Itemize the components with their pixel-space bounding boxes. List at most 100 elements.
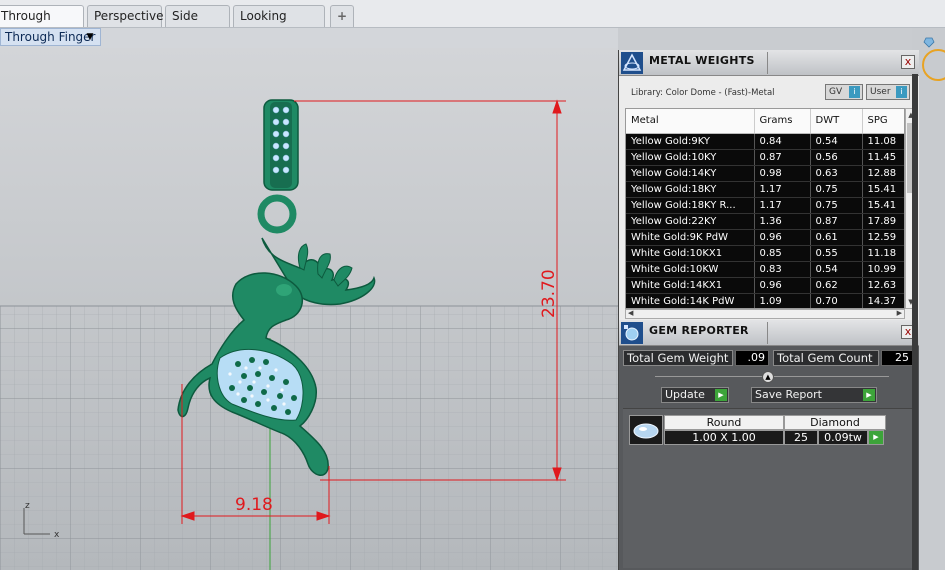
gem-weight-value: 0.09tw — [818, 430, 868, 445]
table-cell: 0.55 — [810, 245, 863, 262]
tab-through-finger[interactable]: Through Finger — [0, 5, 84, 43]
horizontal-scrollbar[interactable]: ◀ ▶ — [625, 309, 905, 319]
table-row[interactable]: White Gold:9K PdW 0.96 0.61 12.59 — [626, 229, 904, 246]
table-cell: White Gold:10KX1 — [626, 245, 755, 262]
column-header-metal[interactable]: Metal — [626, 109, 755, 134]
table-cell: 0.87 — [810, 213, 863, 230]
column-header-dwt[interactable]: DWT — [810, 109, 863, 134]
axis-x-label: x — [54, 530, 60, 540]
title-separator — [767, 52, 768, 74]
table-cell: 1.17 — [754, 197, 811, 214]
viewport-3d[interactable]: 23.70 9.18 z x — [0, 48, 618, 570]
table-cell: 0.98 — [754, 165, 811, 182]
play-icon: ▶ — [863, 389, 875, 401]
gem-count-value: 25 — [784, 430, 818, 445]
gem-reporter-title-bar[interactable]: GEM REPORTER x — [619, 320, 919, 346]
table-cell: Yellow Gold:10KY — [626, 149, 755, 166]
table-cell: Yellow Gold:14KY — [626, 165, 755, 182]
collapse-toggle-icon[interactable]: ▲ — [762, 371, 774, 383]
table-cell: 11.45 — [862, 149, 904, 166]
table-cell: 0.87 — [754, 149, 811, 166]
play-icon: ▶ — [873, 433, 879, 441]
chevron-down-icon[interactable]: ▼ — [84, 30, 96, 44]
column-header-grams[interactable]: Grams — [754, 109, 811, 134]
table-cell: 0.83 — [754, 261, 811, 278]
ring-icon[interactable] — [922, 49, 945, 81]
gem-icon[interactable] — [923, 37, 935, 48]
table-cell: 10.99 — [862, 261, 904, 278]
table-row[interactable]: Yellow Gold:10KY 0.87 0.56 11.45 — [626, 149, 904, 166]
metal-weights-title-bar[interactable]: METAL WEIGHTS x — [619, 50, 919, 76]
gem-size-value: 1.00 X 1.00 — [664, 430, 784, 445]
table-row[interactable]: Yellow Gold:18KY R... 1.17 0.75 15.41 — [626, 197, 904, 214]
table-cell: White Gold:14KX1 — [626, 277, 755, 294]
gem-reporter-icon — [621, 322, 643, 344]
table-row[interactable]: Yellow Gold:14KY 0.98 0.63 12.88 — [626, 165, 904, 182]
round-gem-thumbnail[interactable] — [629, 415, 663, 445]
add-tab-button[interactable]: + — [330, 5, 354, 27]
table-cell: 1.09 — [754, 293, 811, 308]
table-cell: Yellow Gold:22KY — [626, 213, 755, 230]
gem-detail-button[interactable]: ▶ — [868, 430, 884, 445]
metal-weights-panel: Library: Color Dome - (Fast)-Metal GV i U… — [619, 76, 919, 320]
close-icon[interactable]: x — [901, 55, 915, 69]
table-cell: 17.89 — [862, 213, 904, 230]
table-cell: Yellow Gold:9KY — [626, 133, 755, 150]
metal-weights-table[interactable]: Metal Grams DWT SPG Yellow Gold:9KY 0.84 0… — [625, 108, 905, 309]
metal-weights-icon — [621, 52, 643, 74]
table-cell: 12.59 — [862, 229, 904, 246]
scroll-left-icon[interactable]: ◀ — [628, 309, 633, 317]
table-cell: 15.41 — [862, 181, 904, 198]
gem-shape-header: Round — [664, 415, 784, 430]
update-button[interactable]: Update ▶ — [661, 387, 729, 403]
table-cell: 15.41 — [862, 197, 904, 214]
table-cell: White Gold:9K PdW — [626, 229, 755, 246]
info-icon: i — [896, 86, 907, 98]
gem-reporter-title: GEM REPORTER — [649, 324, 749, 337]
column-header-spg[interactable]: SPG — [862, 109, 904, 134]
table-cell: White Gold:10KW — [626, 261, 755, 278]
tab-looking-down[interactable]: Looking Down — [233, 5, 325, 43]
table-cell: 0.75 — [810, 197, 863, 214]
height-dimension-label: 23.70 — [539, 269, 559, 318]
table-cell: White Gold:14K PdW — [626, 293, 755, 308]
table-cell: 0.84 — [754, 133, 811, 150]
table-cell: 0.63 — [810, 165, 863, 182]
table-row[interactable]: Yellow Gold:9KY 0.84 0.54 11.08 — [626, 133, 904, 150]
table-row[interactable]: White Gold:10KW 0.83 0.54 10.99 — [626, 261, 904, 278]
gem-reporter-panel: Total Gem Weight .09 Total Gem Count 25 … — [619, 346, 919, 570]
width-dimension-label: 9.18 — [235, 495, 273, 515]
tab-side-view[interactable]: Side View — [165, 5, 230, 43]
tab-label: Perspective — [94, 9, 164, 23]
table-cell: 0.61 — [810, 229, 863, 246]
table-row[interactable]: Yellow Gold:18KY 1.17 0.75 15.41 — [626, 181, 904, 198]
table-cell: 0.75 — [810, 181, 863, 198]
scroll-right-icon[interactable]: ▶ — [897, 309, 902, 317]
table-cell: 1.36 — [754, 213, 811, 230]
viewport-header: Through Finger ▼ — [0, 28, 618, 48]
metal-weights-title: METAL WEIGHTS — [649, 54, 755, 67]
axis-z-label: z — [25, 501, 30, 511]
gem-results-list: Round Diamond 1.00 X 1.00 25 0.09tw ▶ — [623, 408, 913, 568]
user-toggle[interactable]: User i — [866, 84, 910, 100]
panel-edge — [912, 74, 918, 570]
table-cell: 11.08 — [862, 133, 904, 150]
table-cell: 12.63 — [862, 277, 904, 294]
table-cell: 0.54 — [810, 133, 863, 150]
table-row[interactable]: White Gold:10KX1 0.85 0.55 11.18 — [626, 245, 904, 262]
table-cell: 0.70 — [810, 293, 863, 308]
gv-toggle[interactable]: GV i — [825, 84, 863, 100]
plus-icon: + — [336, 9, 348, 23]
table-cell: Yellow Gold:18KY — [626, 181, 755, 198]
save-report-button[interactable]: Save Report ▶ — [751, 387, 877, 403]
tab-perspective[interactable]: Perspective — [87, 5, 164, 27]
library-label: Library: Color Dome - (Fast)-Metal — [631, 88, 775, 98]
viewport-tab-bar: Through Finger Perspective Side View Loo… — [0, 0, 945, 43]
table-cell: 14.37 — [862, 293, 904, 308]
table-row[interactable]: White Gold:14KX1 0.96 0.62 12.63 — [626, 277, 904, 294]
table-row[interactable]: Yellow Gold:22KY 1.36 0.87 17.89 — [626, 213, 904, 230]
total-gem-count-label: Total Gem Count — [773, 350, 879, 366]
table-header-row: Metal Grams DWT SPG — [626, 109, 904, 134]
table-row[interactable]: White Gold:14K PdW 1.09 0.70 14.37 — [626, 293, 904, 308]
total-gem-weight-value: .09 — [735, 350, 769, 366]
